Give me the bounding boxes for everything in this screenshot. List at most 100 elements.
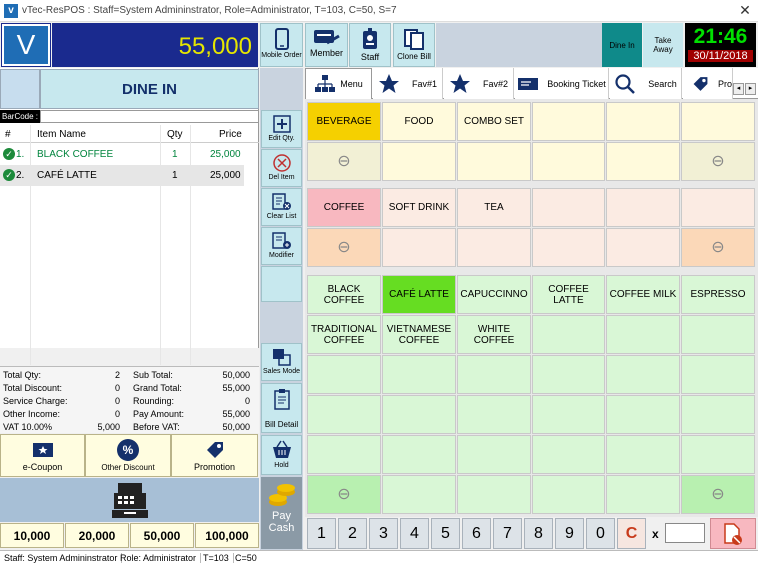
product-empty[interactable] bbox=[606, 315, 680, 354]
product-empty[interactable] bbox=[606, 395, 680, 434]
tab-scroll-right[interactable]: ▸ bbox=[745, 83, 756, 95]
numpad-key-3[interactable]: 3 bbox=[369, 518, 398, 549]
product-empty[interactable] bbox=[457, 355, 531, 394]
product-empty[interactable] bbox=[606, 435, 680, 474]
tab-scroll-left[interactable]: ◂ bbox=[733, 83, 744, 95]
subgroup-empty[interactable] bbox=[606, 188, 680, 227]
staff-button[interactable]: Staff bbox=[349, 23, 391, 67]
group-empty[interactable] bbox=[606, 102, 680, 141]
logo-button[interactable]: V bbox=[1, 23, 51, 67]
product-vietnamese-coffee[interactable]: VIETNAMESE COFFEE bbox=[382, 315, 456, 354]
dine-in-button[interactable]: Dine In bbox=[602, 23, 642, 67]
product-empty[interactable] bbox=[307, 435, 381, 474]
subgroup-empty[interactable] bbox=[457, 228, 531, 267]
product-coffee-latte[interactable]: COFFEE LATTE bbox=[532, 275, 605, 314]
e-coupon-button[interactable]: e-Coupon bbox=[0, 434, 85, 477]
edit-qty-button[interactable]: Edit Qty. bbox=[261, 110, 302, 148]
qty-input[interactable] bbox=[665, 523, 705, 543]
group-empty[interactable] bbox=[532, 102, 605, 141]
product-empty[interactable] bbox=[382, 395, 456, 434]
tab-pro[interactable]: Pro bbox=[683, 68, 733, 99]
table-row[interactable]: ✓ 1. BLACK COFFEE 1 25,000 bbox=[0, 144, 244, 164]
numpad-key-1[interactable]: 1 bbox=[307, 518, 336, 549]
subgroup-empty[interactable] bbox=[532, 188, 605, 227]
group-empty[interactable] bbox=[382, 142, 456, 181]
product-empty[interactable] bbox=[532, 355, 605, 394]
subgroup-prev-button[interactable]: ⊖ bbox=[307, 228, 381, 267]
subgroup-next-button[interactable]: ⊖ bbox=[681, 228, 755, 267]
cash-50000-button[interactable]: 50,000 bbox=[130, 523, 194, 548]
subgroup-coffee[interactable]: COFFEE bbox=[307, 188, 381, 227]
product-empty[interactable] bbox=[457, 475, 531, 514]
numpad-key-9[interactable]: 9 bbox=[555, 518, 584, 549]
cash-100000-button[interactable]: 100,000 bbox=[195, 523, 259, 548]
customer-box[interactable] bbox=[0, 69, 40, 109]
void-bill-button[interactable] bbox=[710, 518, 756, 549]
tab-menu[interactable]: Menu bbox=[305, 68, 372, 99]
product-empty[interactable] bbox=[681, 355, 755, 394]
subgroup-soft-drink[interactable]: SOFT DRINK bbox=[382, 188, 456, 227]
product-empty[interactable] bbox=[681, 395, 755, 434]
subgroup-empty[interactable] bbox=[606, 228, 680, 267]
product-empty[interactable] bbox=[681, 315, 755, 354]
product-empty[interactable] bbox=[606, 355, 680, 394]
numpad-key-6[interactable]: 6 bbox=[462, 518, 491, 549]
product-black-coffee[interactable]: BLACK COFFEE bbox=[307, 275, 381, 314]
product-empty[interactable] bbox=[606, 475, 680, 514]
product-white-coffee[interactable]: WHITE COFFEE bbox=[457, 315, 531, 354]
tab-fav1[interactable]: Fav#1 bbox=[373, 68, 443, 99]
product-espresso[interactable]: ESPRESSO bbox=[681, 275, 755, 314]
take-away-button[interactable]: Take Away bbox=[643, 23, 683, 67]
tab-fav2[interactable]: Fav#2 bbox=[444, 68, 514, 99]
cash-20000-button[interactable]: 20,000 bbox=[65, 523, 129, 548]
numpad-clear-button[interactable]: C bbox=[617, 518, 646, 549]
group-empty[interactable] bbox=[606, 142, 680, 181]
product-cafe-latte[interactable]: CAFÉ LATTE bbox=[382, 275, 456, 314]
numpad-key-4[interactable]: 4 bbox=[400, 518, 429, 549]
subgroup-empty[interactable] bbox=[532, 228, 605, 267]
cash-10000-button[interactable]: 10,000 bbox=[0, 523, 64, 548]
hold-button[interactable]: Hold bbox=[261, 435, 302, 475]
product-empty[interactable] bbox=[532, 475, 605, 514]
numpad-key-7[interactable]: 7 bbox=[493, 518, 522, 549]
product-prev-button[interactable]: ⊖ bbox=[307, 475, 381, 514]
numpad-key-8[interactable]: 8 bbox=[524, 518, 553, 549]
product-empty[interactable] bbox=[307, 395, 381, 434]
product-coffee-milk[interactable]: COFFEE MILK bbox=[606, 275, 680, 314]
product-empty[interactable] bbox=[307, 355, 381, 394]
group-food[interactable]: FOOD bbox=[382, 102, 456, 141]
close-icon[interactable]: ✕ bbox=[736, 2, 754, 19]
product-empty[interactable] bbox=[382, 355, 456, 394]
group-prev-button[interactable]: ⊖ bbox=[307, 142, 381, 181]
numpad-key-5[interactable]: 5 bbox=[431, 518, 460, 549]
numpad-key-2[interactable]: 2 bbox=[338, 518, 367, 549]
product-empty[interactable] bbox=[532, 395, 605, 434]
modifier-button[interactable]: Modifier bbox=[261, 227, 302, 265]
group-next-button[interactable]: ⊖ bbox=[681, 142, 755, 181]
member-button[interactable]: Member bbox=[305, 23, 348, 67]
product-empty[interactable] bbox=[382, 475, 456, 514]
product-empty[interactable] bbox=[457, 395, 531, 434]
sales-mode-button[interactable]: Sales Mode bbox=[261, 343, 302, 381]
mobile-order-button[interactable]: Mobile Order bbox=[260, 23, 303, 67]
group-empty[interactable] bbox=[681, 102, 755, 141]
product-empty[interactable] bbox=[681, 435, 755, 474]
blank-side-button[interactable] bbox=[261, 266, 302, 302]
numpad-key-0[interactable]: 0 bbox=[586, 518, 615, 549]
product-traditional-coffee[interactable]: TRADITIONAL COFFEE bbox=[307, 315, 381, 354]
clone-bill-button[interactable]: Clone Bill bbox=[393, 23, 435, 67]
group-beverage[interactable]: BEVERAGE bbox=[307, 102, 381, 141]
subgroup-empty[interactable] bbox=[681, 188, 755, 227]
product-empty[interactable] bbox=[457, 435, 531, 474]
subgroup-tea[interactable]: TEA bbox=[457, 188, 531, 227]
pay-cash-button[interactable]: Pay Cash bbox=[261, 477, 302, 549]
table-row[interactable]: ✓ 2. CAFÉ LATTE 1 25,000 bbox=[0, 165, 244, 186]
cash-drawer-area[interactable] bbox=[0, 478, 259, 522]
group-empty[interactable] bbox=[532, 142, 605, 181]
tab-search[interactable]: Search bbox=[610, 68, 682, 99]
clear-list-button[interactable]: Clear List bbox=[261, 188, 302, 226]
group-combo-set[interactable]: COMBO SET bbox=[457, 102, 531, 141]
product-empty[interactable] bbox=[532, 315, 605, 354]
subgroup-empty[interactable] bbox=[382, 228, 456, 267]
bill-detail-button[interactable]: Bill Detail bbox=[261, 383, 302, 433]
